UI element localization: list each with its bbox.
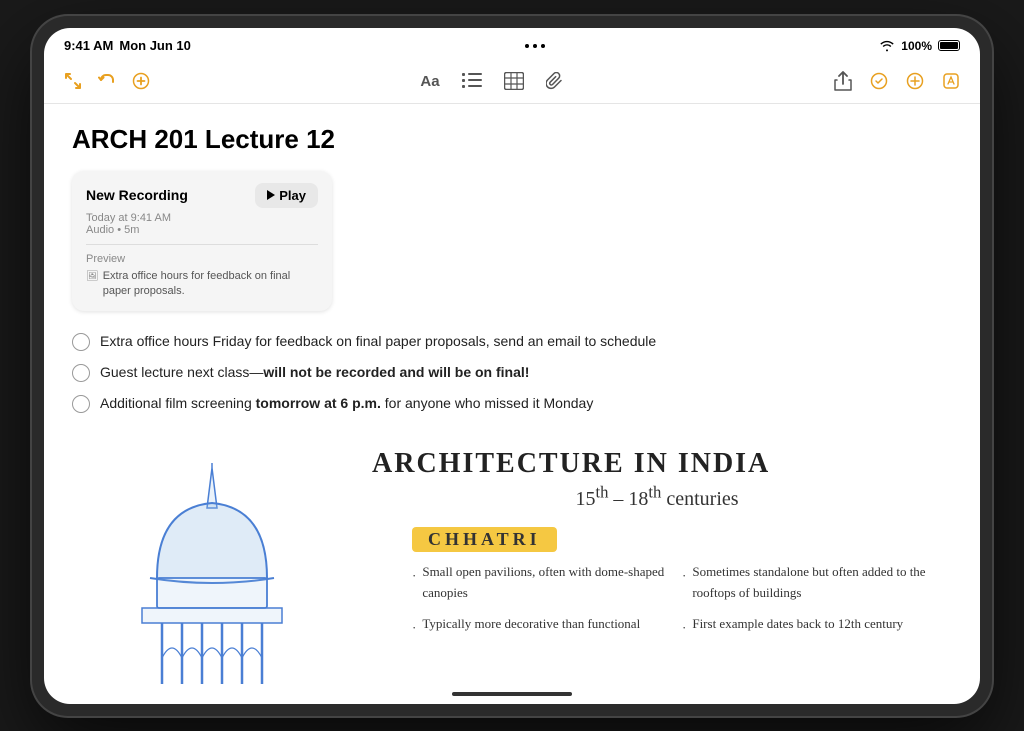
- recording-duration: Audio • 5m: [86, 224, 139, 236]
- bullet-2-1: · Sometimes standalone but often added t…: [682, 562, 942, 604]
- signal-dot-2: [533, 44, 537, 48]
- bullet-text-1-1: Small open pavilions, often with dome-sh…: [422, 562, 672, 604]
- arch-title-area: ARCHITECTURE IN INDIA 15th – 18th centur…: [372, 448, 942, 638]
- recording-title: New Recording: [86, 187, 188, 203]
- dome-illustration: [82, 458, 362, 683]
- wifi-icon: [879, 40, 895, 52]
- preview-label: Preview: [86, 253, 318, 265]
- pencil-button[interactable]: [938, 68, 964, 94]
- drawing-area: ARCHITECTURE IN INDIA 15th – 18th centur…: [72, 438, 952, 683]
- bottom-bar: [44, 684, 980, 704]
- more-button[interactable]: [902, 68, 928, 94]
- play-triangle-icon: [267, 190, 275, 200]
- arch-title: ARCHITECTURE IN INDIA: [372, 448, 770, 480]
- bullet-1-1: · Small open pavilions, often with dome-…: [412, 562, 672, 604]
- recording-card: New Recording Play Today at 9:41 AM Audi…: [72, 171, 332, 312]
- checklist-text-3: Additional film screening tomorrow at 6 …: [100, 393, 593, 414]
- bullet-2-2: · First example dates back to 12th centu…: [682, 614, 942, 639]
- status-time: 9:41 AM: [64, 38, 113, 53]
- bullet-text-1-2: Typically more decorative than functiona…: [422, 614, 640, 639]
- bullet-text-2-2: First example dates back to 12th century: [692, 614, 903, 639]
- signal-dot-1: [525, 44, 529, 48]
- bullet-text-2-1: Sometimes standalone but often added to …: [692, 562, 942, 604]
- bullet-icon-2-1: ·: [682, 566, 686, 604]
- bullet-1-2: · Typically more decorative than functio…: [412, 614, 672, 639]
- bullet-icon-2-2: ·: [682, 618, 686, 639]
- signal-dot-3: [541, 44, 545, 48]
- checklist-text-1: Extra office hours Friday for feedback o…: [100, 331, 656, 352]
- add-button[interactable]: [128, 68, 154, 94]
- play-button[interactable]: Play: [255, 183, 318, 208]
- chhatri-label: CHHATRI: [412, 527, 557, 552]
- checklist: Extra office hours Friday for feedback o…: [72, 331, 952, 414]
- notes-col-1: · Small open pavilions, often with dome-…: [412, 562, 672, 638]
- recording-divider: [86, 244, 318, 245]
- table-button[interactable]: [500, 68, 528, 94]
- undo-button[interactable]: [94, 68, 120, 94]
- share-button[interactable]: [830, 67, 856, 95]
- status-date: Mon Jun 10: [119, 38, 191, 53]
- recording-meta: Today at 9:41 AM Audio • 5m: [86, 212, 318, 236]
- status-bar: 9:41 AM Mon Jun 10 100%: [44, 28, 980, 60]
- note-title: ARCH 201 Lecture 12: [72, 124, 952, 155]
- collapse-button[interactable]: [60, 68, 86, 94]
- attach-button[interactable]: [542, 68, 568, 94]
- checkbox-3[interactable]: [72, 395, 90, 413]
- text-format-label: Aa: [420, 73, 439, 90]
- markup-button[interactable]: [866, 68, 892, 94]
- preview-icon: 🖼: [86, 270, 99, 284]
- text-format-button[interactable]: Aa: [416, 69, 443, 94]
- bullet-icon-1-2: ·: [412, 618, 416, 639]
- battery-percent: 100%: [901, 39, 932, 53]
- bullet-icon-1-1: ·: [412, 566, 416, 604]
- content-area: ARCH 201 Lecture 12 New Recording Play T…: [44, 104, 980, 684]
- ipad-frame: 9:41 AM Mon Jun 10 100%: [32, 16, 992, 716]
- list-button[interactable]: [458, 69, 486, 93]
- recording-preview-text: 🖼 Extra office hours for feedback on fin…: [86, 269, 318, 300]
- checklist-item-1: Extra office hours Friday for feedback o…: [72, 331, 952, 352]
- centuries-text: 15th – 18th centuries: [575, 488, 738, 510]
- toolbar: Aa: [44, 60, 980, 104]
- checkbox-1[interactable]: [72, 333, 90, 351]
- checklist-item-3: Additional film screening tomorrow at 6 …: [72, 393, 952, 414]
- ipad-screen: 9:41 AM Mon Jun 10 100%: [44, 28, 980, 704]
- notes-col-2: · Sometimes standalone but often added t…: [682, 562, 942, 638]
- home-indicator: [452, 692, 572, 696]
- recording-timestamp: Today at 9:41 AM: [86, 212, 171, 224]
- checklist-text-2: Guest lecture next class—will not be rec…: [100, 362, 529, 383]
- battery-icon: [938, 40, 960, 51]
- notes-grid: · Small open pavilions, often with dome-…: [412, 562, 942, 638]
- checkbox-2[interactable]: [72, 364, 90, 382]
- play-label: Play: [279, 188, 306, 203]
- checklist-item-2: Guest lecture next class—will not be rec…: [72, 362, 952, 383]
- preview-text: Extra office hours for feedback on final…: [103, 269, 318, 300]
